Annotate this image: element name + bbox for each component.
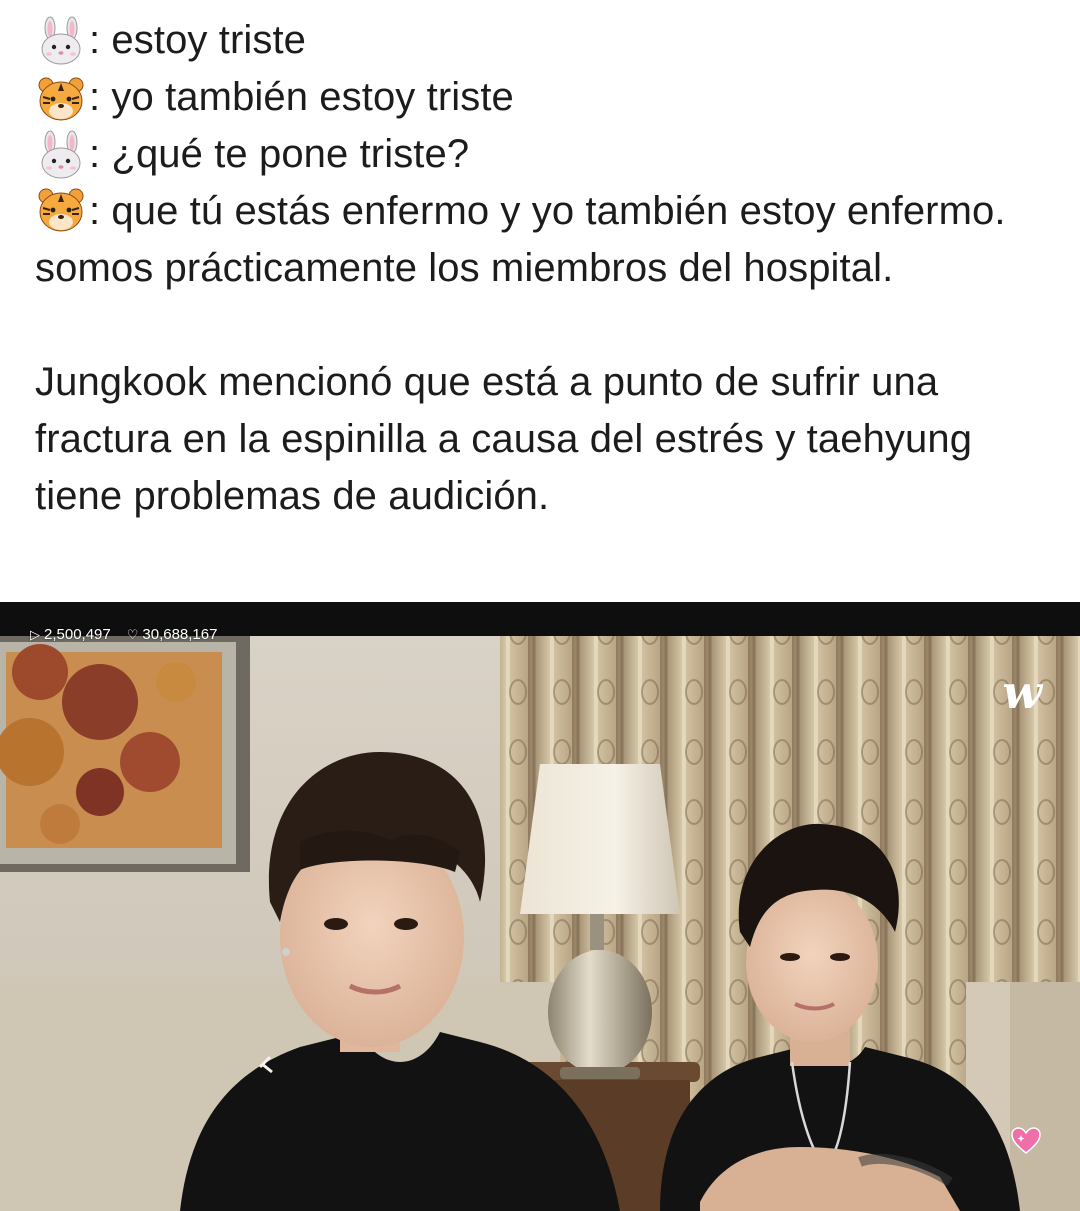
likes-count: 30,688,167 [142, 626, 218, 643]
likes-stat: ♡ 30,688,167 [127, 626, 218, 643]
chat-line-text: : que tú estás enfermo y yo también esto… [35, 189, 1006, 290]
post-body: : estoy triste : yo también estoy triste [35, 12, 1055, 525]
chat-line-3: : ¿qué te pone triste? [35, 126, 1055, 183]
caption-paragraph: Jungkook mencionó que está a punto de su… [35, 360, 973, 518]
rabbit-face-icon [41, 16, 81, 64]
views-stat: ▷ 2,500,497 [30, 626, 111, 643]
views-count: 2,500,497 [44, 626, 111, 643]
tiger-face-icon [38, 77, 84, 120]
chat-line-text: : estoy triste [89, 18, 307, 62]
tiger-face-icon [38, 188, 84, 232]
chat-line-text: : yo también estoy triste [89, 75, 514, 119]
video-thumbnail[interactable]: ▷ 2,500,497 ♡ 30,688,167 w [0, 602, 1080, 1211]
weverse-logo-icon: w [1002, 665, 1042, 719]
video-scene-image [0, 602, 1080, 1211]
video-stats: ▷ 2,500,497 ♡ 30,688,167 [30, 626, 227, 643]
chat-line-2: : yo también estoy triste [35, 69, 1055, 126]
heart-outline-icon: ♡ [126, 627, 139, 642]
rabbit-face-icon [41, 130, 81, 178]
play-icon: ▷ [30, 627, 40, 642]
chat-line-1: : estoy triste [35, 12, 1055, 69]
chat-line-text: : ¿qué te pone triste? [89, 132, 470, 176]
sparkle-heart-icon[interactable] [1010, 1125, 1042, 1157]
chat-line-4: : que tú estás enfermo y yo también esto… [35, 183, 1055, 297]
